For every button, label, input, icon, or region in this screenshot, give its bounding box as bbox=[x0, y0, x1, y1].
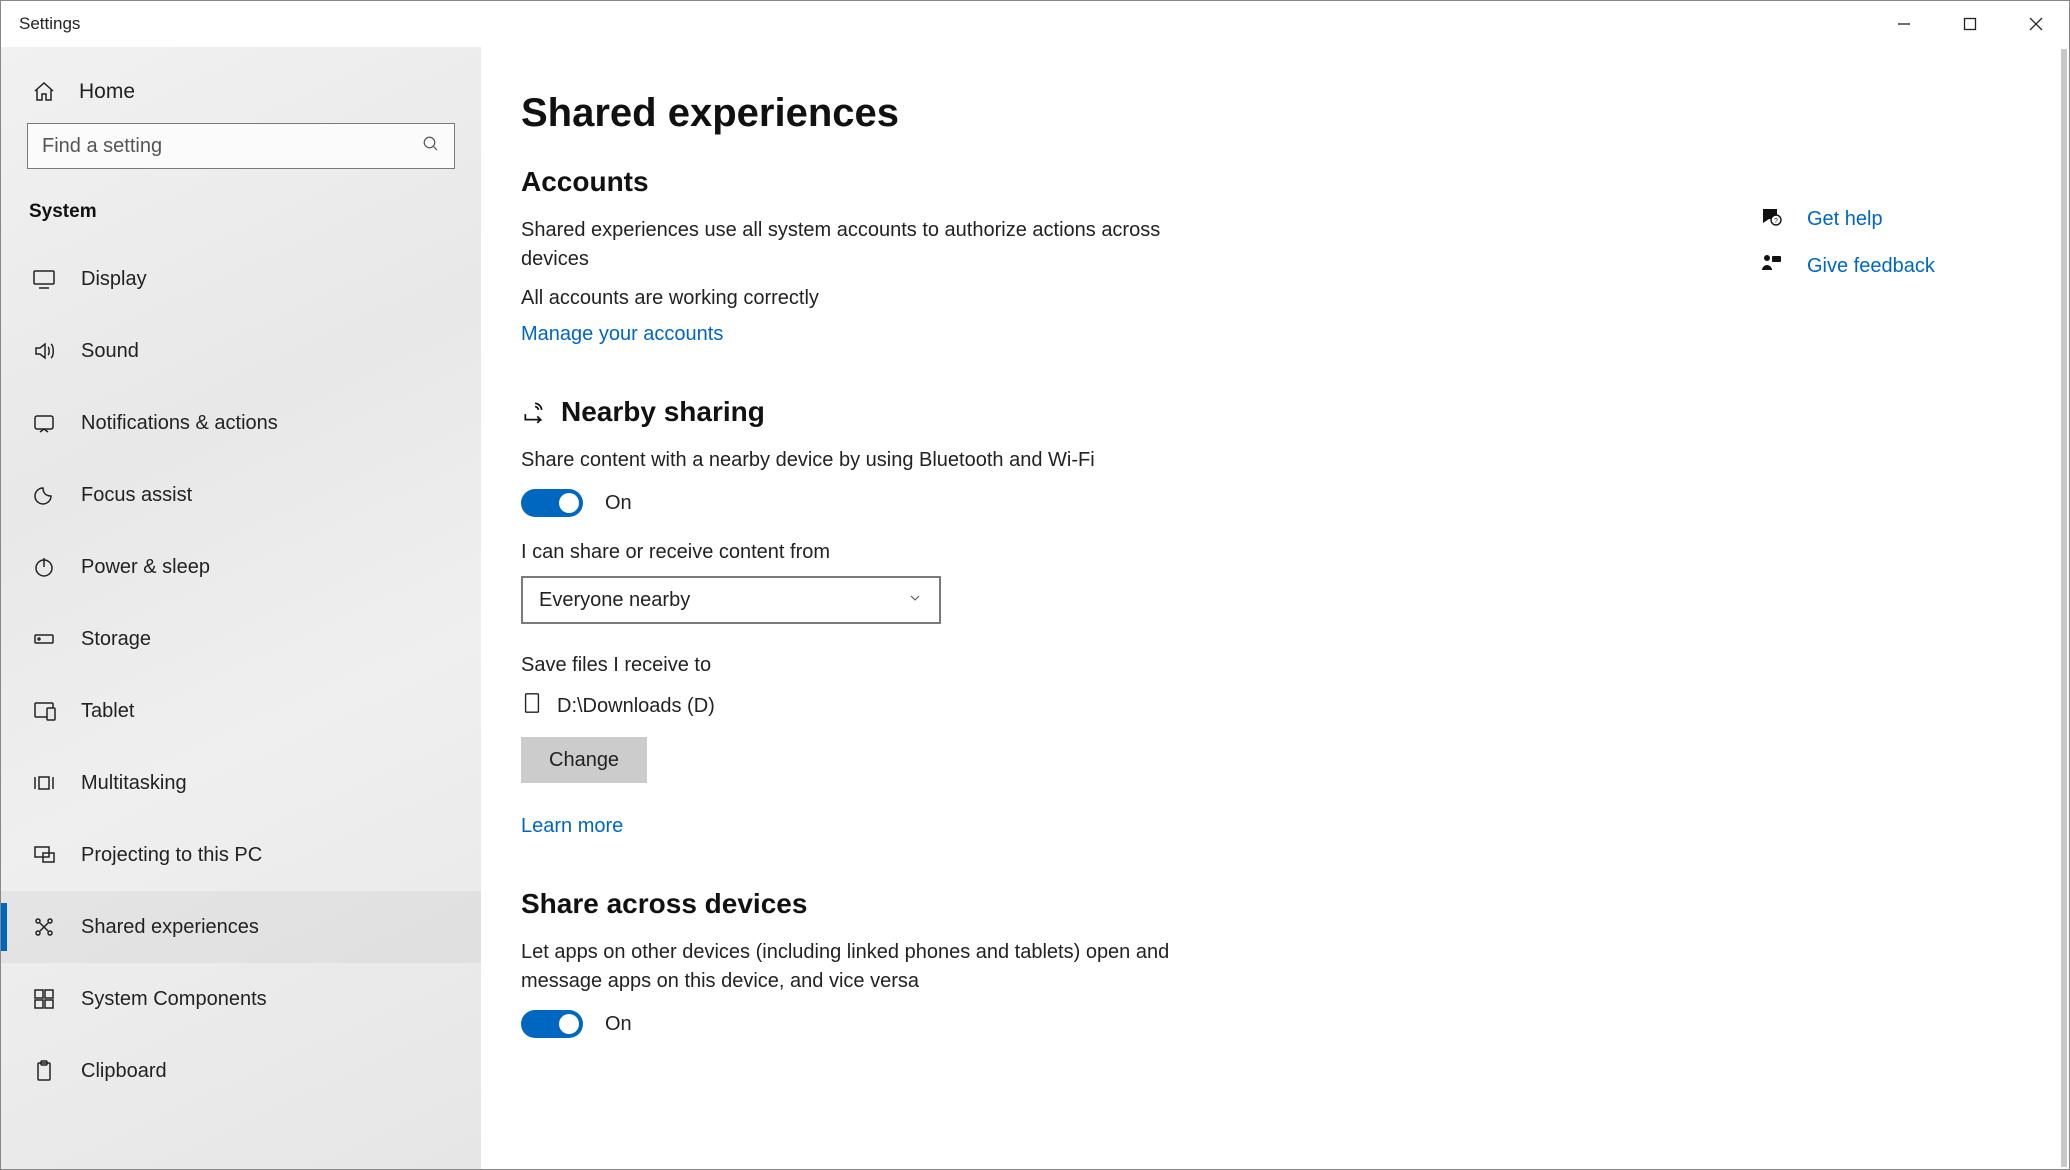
content-area: Shared experiences Accounts Shared exper… bbox=[481, 47, 2069, 1169]
nav-label: Power & sleep bbox=[81, 556, 210, 579]
svg-text:?: ? bbox=[1774, 218, 1778, 225]
nav-label: Multitasking bbox=[81, 772, 187, 795]
save-folder-row: D:\Downloads (D) bbox=[521, 689, 1641, 723]
share-across-section: Share across devices Let apps on other d… bbox=[521, 888, 1641, 1038]
get-help-link[interactable]: Get help bbox=[1807, 208, 1883, 231]
titlebar: Settings bbox=[1, 1, 2069, 47]
home-label: Home bbox=[79, 80, 135, 104]
nav-label: Clipboard bbox=[81, 1060, 167, 1083]
home-icon bbox=[31, 79, 57, 105]
save-to-label: Save files I receive to bbox=[521, 654, 1641, 677]
search-icon bbox=[422, 135, 440, 158]
nav-label: Focus assist bbox=[81, 484, 192, 507]
learn-more-link[interactable]: Learn more bbox=[521, 815, 623, 838]
power-icon bbox=[31, 554, 57, 580]
accounts-heading: Accounts bbox=[521, 166, 1641, 198]
sidebar-item-shared-experiences[interactable]: Shared experiences bbox=[1, 891, 481, 963]
sidebar-category: System bbox=[1, 191, 481, 243]
accounts-status: All accounts are working correctly bbox=[521, 284, 1201, 313]
share-across-desc: Let apps on other devices (including lin… bbox=[521, 938, 1201, 996]
nearby-sharing-section: Nearby sharing Share content with a near… bbox=[521, 396, 1641, 838]
get-help-row[interactable]: ? Get help bbox=[1759, 205, 2009, 234]
display-icon bbox=[31, 266, 57, 292]
aside-panel: ? Get help Give feedback bbox=[1759, 205, 2009, 299]
nearby-share-icon bbox=[521, 399, 547, 425]
home-nav[interactable]: Home bbox=[1, 61, 481, 123]
nav-label: Shared experiences bbox=[81, 916, 259, 939]
sidebar: Home System Display Sound Notifications … bbox=[1, 47, 481, 1169]
nav-label: Projecting to this PC bbox=[81, 844, 262, 867]
change-button[interactable]: Change bbox=[521, 737, 647, 783]
system-components-icon bbox=[31, 986, 57, 1012]
share-across-toggle-label: On bbox=[605, 1013, 632, 1036]
sidebar-item-clipboard[interactable]: Clipboard bbox=[1, 1035, 481, 1107]
nav-label: Sound bbox=[81, 340, 139, 363]
chevron-down-icon bbox=[907, 589, 923, 612]
storage-icon bbox=[31, 626, 57, 652]
projecting-icon bbox=[31, 842, 57, 868]
nearby-toggle-label: On bbox=[605, 492, 632, 515]
give-feedback-row[interactable]: Give feedback bbox=[1759, 252, 2009, 281]
nearby-heading-text: Nearby sharing bbox=[561, 396, 765, 428]
multitasking-icon bbox=[31, 770, 57, 796]
nav-label: System Components bbox=[81, 988, 267, 1011]
share-across-heading: Share across devices bbox=[521, 888, 1641, 920]
window-controls bbox=[1871, 1, 2069, 47]
sidebar-item-multitasking[interactable]: Multitasking bbox=[1, 747, 481, 819]
sidebar-item-storage[interactable]: Storage bbox=[1, 603, 481, 675]
settings-window: Settings Home System Display bbox=[0, 0, 2070, 1170]
focus-assist-icon bbox=[31, 482, 57, 508]
save-path: D:\Downloads (D) bbox=[557, 695, 715, 718]
feedback-icon bbox=[1759, 252, 1783, 281]
manage-accounts-link[interactable]: Manage your accounts bbox=[521, 323, 723, 346]
main-panel: Shared experiences Accounts Shared exper… bbox=[481, 91, 1641, 1169]
tablet-icon bbox=[31, 698, 57, 724]
search-input[interactable] bbox=[42, 135, 440, 158]
sidebar-item-projecting[interactable]: Projecting to this PC bbox=[1, 819, 481, 891]
clipboard-icon bbox=[31, 1058, 57, 1084]
sidebar-item-display[interactable]: Display bbox=[1, 243, 481, 315]
close-button[interactable] bbox=[2003, 1, 2069, 47]
shared-experiences-icon bbox=[31, 914, 57, 940]
sound-icon bbox=[31, 338, 57, 364]
accounts-section: Accounts Shared experiences use all syst… bbox=[521, 166, 1641, 346]
dropdown-value: Everyone nearby bbox=[539, 589, 690, 612]
give-feedback-link[interactable]: Give feedback bbox=[1807, 255, 1935, 278]
sidebar-item-system-components[interactable]: System Components bbox=[1, 963, 481, 1035]
minimize-button[interactable] bbox=[1871, 1, 1937, 47]
nearby-heading: Nearby sharing bbox=[521, 396, 1641, 428]
folder-icon bbox=[521, 689, 543, 723]
page-title: Shared experiences bbox=[521, 91, 1641, 136]
maximize-button[interactable] bbox=[1937, 1, 2003, 47]
sidebar-item-sound[interactable]: Sound bbox=[1, 315, 481, 387]
nav-label: Notifications & actions bbox=[81, 412, 278, 435]
nearby-toggle[interactable] bbox=[521, 489, 583, 517]
window-title: Settings bbox=[1, 14, 80, 34]
sidebar-item-power-sleep[interactable]: Power & sleep bbox=[1, 531, 481, 603]
nav-label: Tablet bbox=[81, 700, 134, 723]
nav-label: Display bbox=[81, 268, 147, 291]
sidebar-item-tablet[interactable]: Tablet bbox=[1, 675, 481, 747]
vertical-scrollbar[interactable] bbox=[2061, 49, 2067, 1167]
accounts-desc: Shared experiences use all system accoun… bbox=[521, 216, 1201, 274]
receive-from-label: I can share or receive content from bbox=[521, 541, 1641, 564]
sidebar-item-notifications[interactable]: Notifications & actions bbox=[1, 387, 481, 459]
search-input-container[interactable] bbox=[27, 123, 455, 169]
notifications-icon bbox=[31, 410, 57, 436]
sidebar-item-focus-assist[interactable]: Focus assist bbox=[1, 459, 481, 531]
nav-label: Storage bbox=[81, 628, 151, 651]
nearby-desc: Share content with a nearby device by us… bbox=[521, 446, 1201, 475]
receive-from-dropdown[interactable]: Everyone nearby bbox=[521, 576, 941, 624]
share-across-toggle[interactable] bbox=[521, 1010, 583, 1038]
help-icon: ? bbox=[1759, 205, 1783, 234]
